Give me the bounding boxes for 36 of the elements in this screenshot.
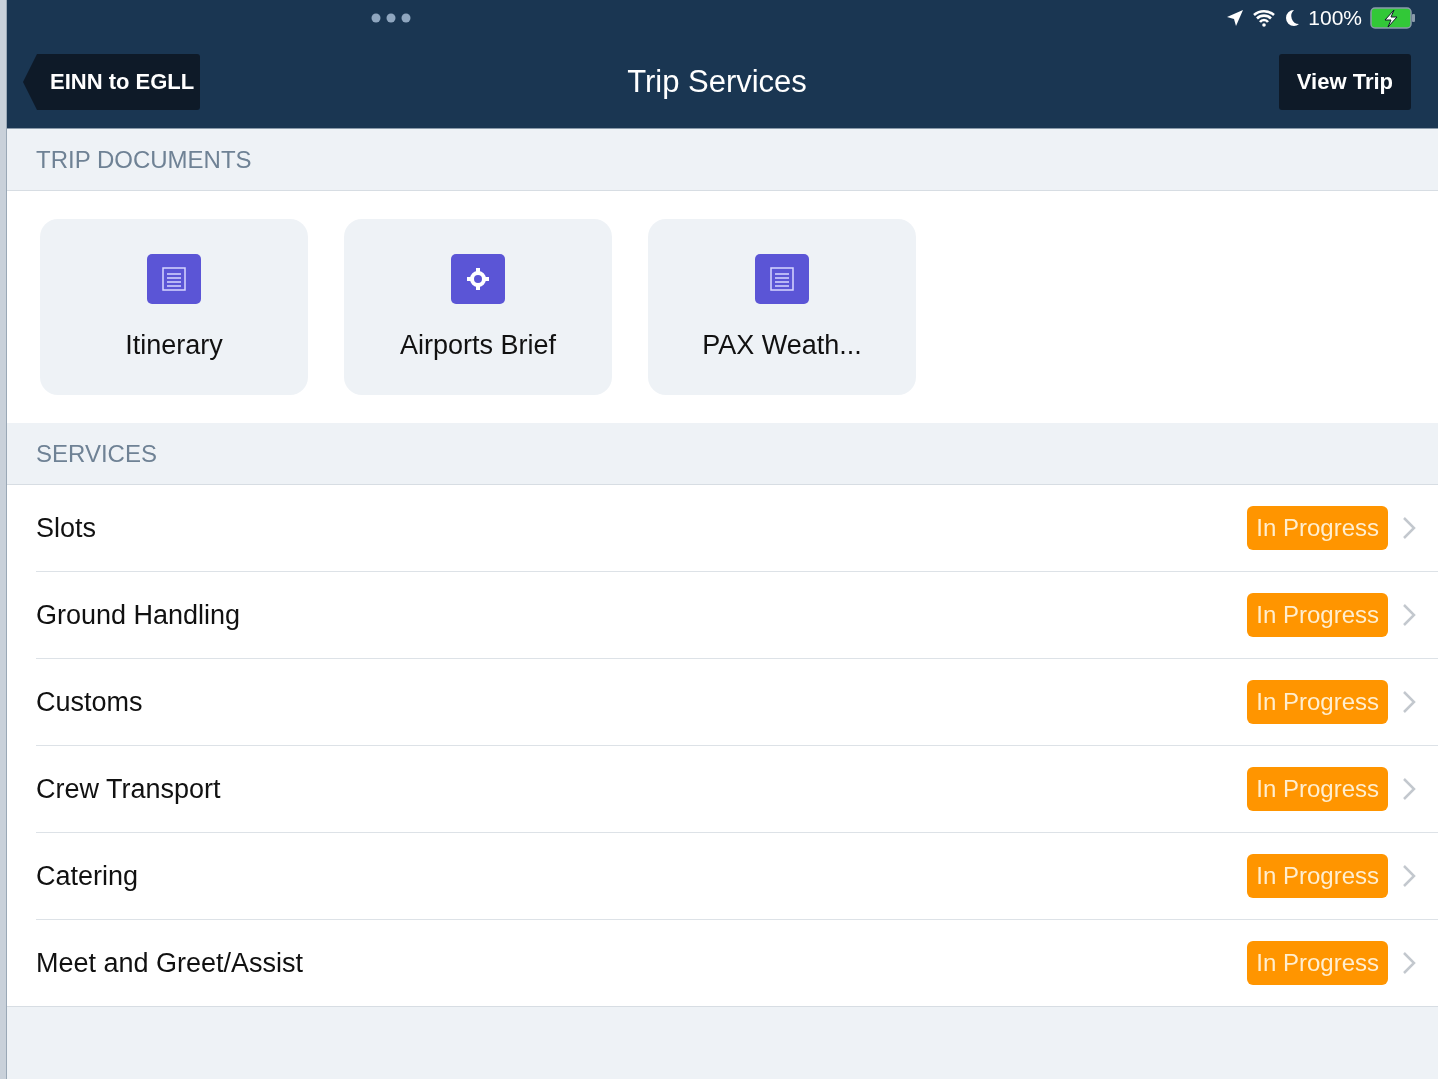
- document-label: PAX Weath...: [702, 329, 862, 361]
- service-name[interactable]: Catering: [36, 860, 1248, 892]
- chevron-right-icon[interactable]: [1402, 951, 1416, 975]
- status-badge: In Progress: [1247, 941, 1388, 985]
- service-name[interactable]: Crew Transport: [36, 773, 1248, 805]
- document-card[interactable]: Airports Brief: [344, 219, 612, 395]
- chevron-right-icon[interactable]: [1402, 516, 1416, 540]
- document-icon: [147, 253, 201, 304]
- location-arrow-icon: [1226, 9, 1245, 27]
- moon-icon: [1284, 9, 1301, 27]
- chevron-right-icon[interactable]: [1402, 690, 1416, 714]
- status-badge: In Progress: [1247, 593, 1388, 637]
- back-button[interactable]: EINN to EGLL: [23, 54, 201, 110]
- status-badge: In Progress: [1247, 680, 1388, 724]
- document-card[interactable]: PAX Weath...: [648, 219, 916, 395]
- screen-title: Trip Services: [627, 64, 807, 100]
- wifi-icon: [1252, 9, 1277, 27]
- chevron-right-icon[interactable]: [1402, 603, 1416, 627]
- document-icon: [755, 253, 809, 304]
- service-name[interactable]: Slots: [36, 512, 1248, 544]
- document-card[interactable]: Itinerary: [40, 219, 308, 395]
- battery-percentage: 100%: [1308, 6, 1362, 30]
- chevron-right-icon[interactable]: [1402, 864, 1416, 888]
- document-label: Itinerary: [125, 329, 223, 361]
- more-dots-icon[interactable]: [371, 13, 411, 23]
- service-name[interactable]: Ground Handling: [36, 599, 1248, 631]
- battery-charging-icon: [1370, 7, 1416, 29]
- status-badge: In Progress: [1247, 506, 1388, 550]
- service-name[interactable]: Customs: [36, 686, 1248, 718]
- view-trip-button[interactable]: View Trip: [1278, 54, 1411, 110]
- service-name[interactable]: Meet and Greet/Assist: [36, 947, 1248, 979]
- document-label: Airports Brief: [399, 329, 556, 361]
- target-icon: [451, 253, 505, 304]
- chevron-right-icon[interactable]: [1402, 777, 1416, 801]
- status-badge: In Progress: [1247, 854, 1388, 898]
- status-badge: In Progress: [1247, 767, 1388, 811]
